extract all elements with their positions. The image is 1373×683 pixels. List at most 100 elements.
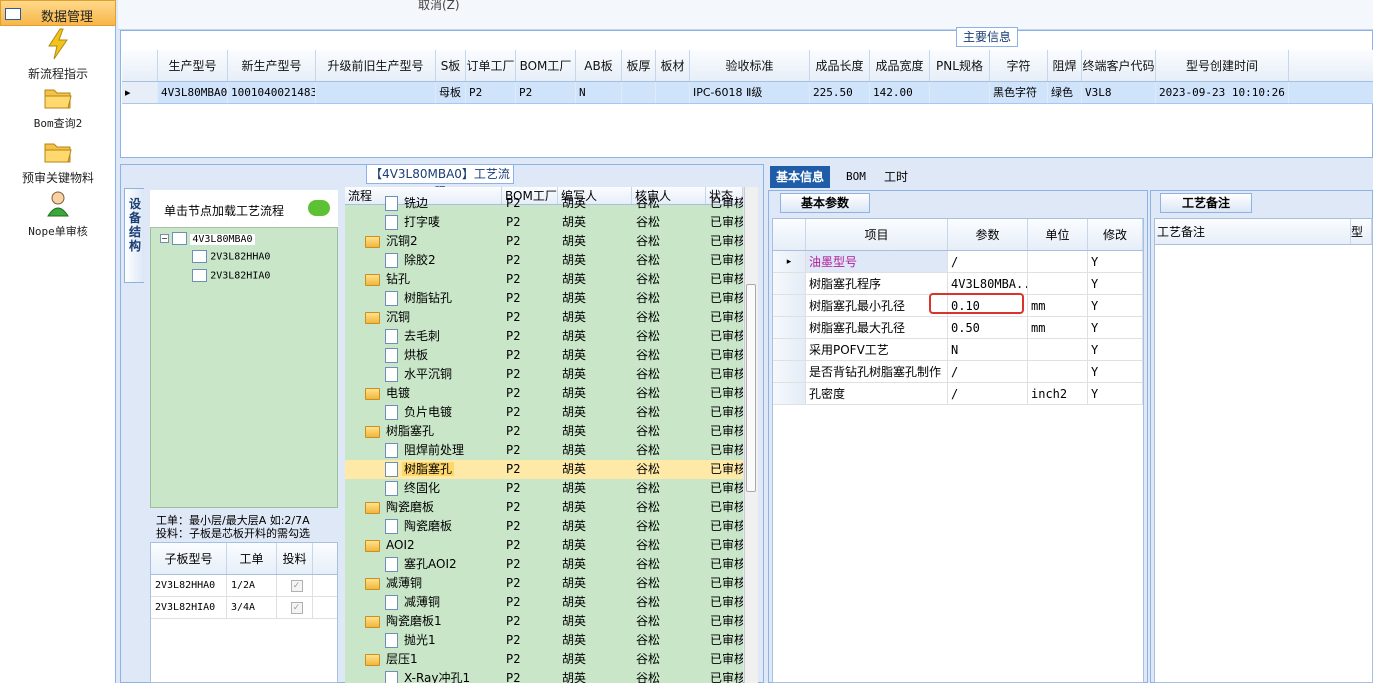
param-row[interactable]: 树脂塞孔程序4V3L80MBA... Y [773, 273, 1143, 295]
table-row[interactable]: 2V3L82HHA0 1/2A ✓ [151, 575, 337, 597]
param-value[interactable]: 0.50 [948, 317, 1028, 338]
tab-main-info[interactable]: 主要信息 [956, 27, 1018, 47]
column-header[interactable]: 参数 [948, 219, 1028, 250]
flow-row[interactable]: 负片电镀 P2 胡英 谷松 已审核 [345, 403, 743, 422]
checkbox[interactable]: ✓ [290, 580, 303, 592]
flow-row[interactable]: X-Ray冲孔1 P2 胡英 谷松 已审核 [345, 669, 743, 683]
nav-item-bom-query[interactable]: Bom查询2 [0, 86, 116, 131]
tab-work-hours[interactable]: 工时 [878, 166, 914, 188]
table-row[interactable]: ▸ 4V3L80MBA0 10010400214835 母板 P2 P2 N IPC-6018… [122, 82, 1373, 104]
flow-row[interactable]: 电镀 P2 胡英 谷松 已审核 [345, 384, 743, 403]
flow-row[interactable]: 终固化 P2 胡英 谷松 已审核 [345, 479, 743, 498]
flow-row[interactable]: 层压1 P2 胡英 谷松 已审核 [345, 650, 743, 669]
tree-node-child[interactable]: 2V3L82HHA0 [192, 250, 270, 263]
param-row[interactable]: 孔密度 / inch2 Y [773, 383, 1143, 405]
flow-row[interactable]: 打字唛 P2 胡英 谷松 已审核 [345, 213, 743, 232]
column-header[interactable]: BOM工厂 [516, 50, 576, 81]
param-modify[interactable]: Y [1088, 251, 1143, 272]
flow-row[interactable]: 陶瓷磨板1 P2 胡英 谷松 已审核 [345, 612, 743, 631]
tab-process-flow[interactable]: 【4V3L80MBA0】工艺流程 [366, 164, 514, 199]
cancel-button[interactable]: 取消(Z) [418, 0, 460, 13]
flow-row[interactable]: 除胶2 P2 胡英 谷松 已审核 [345, 251, 743, 270]
flow-row[interactable]: AOI2 P2 胡英 谷松 已审核 [345, 536, 743, 555]
param-value[interactable]: / [948, 361, 1028, 382]
cell: 已审核 [710, 234, 743, 248]
column-header[interactable]: 订单工厂 [466, 50, 516, 81]
column-header[interactable]: 升级前旧生产型号 [316, 50, 436, 81]
tree-node-child[interactable]: 2V3L82HIA0 [192, 269, 270, 282]
flow-row[interactable]: 阻焊前处理 P2 胡英 谷松 已审核 [345, 441, 743, 460]
tab-basic-info[interactable]: 基本信息 [770, 166, 831, 188]
row-indicator-icon [773, 317, 806, 338]
tab-device-structure[interactable]: 设备结构 [124, 188, 144, 283]
param-value[interactable]: / [948, 251, 1028, 272]
column-header[interactable]: 子板型号 [151, 543, 227, 574]
param-modify[interactable]: Y [1088, 361, 1143, 382]
flow-row[interactable]: 去毛刺 P2 胡英 谷松 已审核 [345, 327, 743, 346]
tab-bom[interactable]: BOM [840, 166, 872, 188]
param-row[interactable]: 是否背钻孔树脂塞孔制作 / Y [773, 361, 1143, 383]
param-row[interactable]: 树脂塞孔最大孔径 0.50 mm Y [773, 317, 1143, 339]
tab-basic-params[interactable]: 基本参数 [780, 193, 870, 213]
nav-item-new-flow[interactable]: 新流程指示 [0, 28, 116, 82]
checkbox[interactable]: ✓ [290, 602, 303, 614]
column-header[interactable]: 生产型号 [158, 50, 228, 81]
column-header[interactable]: 型号 [1351, 219, 1372, 244]
param-row[interactable]: 采用POFV工艺 N Y [773, 339, 1143, 361]
column-header[interactable]: 项目 [806, 219, 948, 250]
flow-row[interactable]: 减薄铜 P2 胡英 谷松 已审核 [345, 574, 743, 593]
param-modify[interactable]: Y [1088, 273, 1143, 294]
flow-row[interactable]: 钻孔 P2 胡英 谷松 已审核 [345, 270, 743, 289]
column-header[interactable]: S板 [436, 50, 466, 81]
tree-node-root[interactable]: − 4V3L80MBA0 [160, 232, 255, 245]
column-header[interactable]: 终端客户代码 [1082, 50, 1156, 81]
flow-row[interactable]: 减薄铜 P2 胡英 谷松 已审核 [345, 593, 743, 612]
column-header[interactable]: PNL规格 [930, 50, 990, 81]
param-value[interactable]: N [948, 339, 1028, 360]
flow-row[interactable]: 陶瓷磨板 P2 胡英 谷松 已审核 [345, 498, 743, 517]
tab-process-notes[interactable]: 工艺备注 [1160, 193, 1252, 213]
flow-row[interactable]: 树脂塞孔 P2 胡英 谷松 已审核 [345, 460, 743, 479]
param-value[interactable]: 4V3L80MBA... [948, 273, 1028, 294]
document-icon [385, 633, 398, 648]
column-header[interactable]: 工单 [227, 543, 277, 574]
param-modify[interactable]: Y [1088, 295, 1143, 316]
cell: 2V3L82HIA0 [151, 597, 227, 618]
flow-row[interactable]: 沉铜 P2 胡英 谷松 已审核 [345, 308, 743, 327]
flow-row[interactable]: 树脂塞孔 P2 胡英 谷松 已审核 [345, 422, 743, 441]
column-header[interactable]: 板材 [656, 50, 690, 81]
column-header[interactable]: 板厚 [622, 50, 656, 81]
column-header[interactable]: 投料 [277, 543, 313, 574]
nav-item-prereview-material[interactable]: 预审关键物料 [0, 140, 116, 186]
param-modify[interactable]: Y [1088, 317, 1143, 338]
flow-row[interactable]: 烘板 P2 胡英 谷松 已审核 [345, 346, 743, 365]
param-value[interactable]: / [948, 383, 1028, 404]
flow-row[interactable]: 抛光1 P2 胡英 谷松 已审核 [345, 631, 743, 650]
column-header[interactable]: AB板 [576, 50, 622, 81]
column-header[interactable]: 字符 [990, 50, 1048, 81]
flow-row[interactable]: 水平沉铜 P2 胡英 谷松 已审核 [345, 365, 743, 384]
param-row[interactable]: ▸ 油墨型号 / Y [773, 251, 1143, 273]
flow-row[interactable]: 铣边 P2 胡英 谷松 已审核 [345, 194, 743, 213]
collapse-icon[interactable]: − [160, 234, 169, 243]
column-header[interactable]: 成品长度 [810, 50, 870, 81]
flow-row[interactable]: 陶瓷磨板 P2 胡英 谷松 已审核 [345, 517, 743, 536]
nav-item-nope-review[interactable]: Nope单审核 [0, 190, 116, 239]
param-modify[interactable]: Y [1088, 383, 1143, 404]
flow-row[interactable]: 沉铜2 P2 胡英 谷松 已审核 [345, 232, 743, 251]
column-header[interactable]: 新生产型号 [228, 50, 316, 81]
scrollbar-thumb[interactable] [746, 284, 756, 492]
column-header[interactable]: 工艺备注 [1155, 219, 1351, 244]
table-row[interactable]: 2V3L82HIA0 3/4A ✓ [151, 597, 337, 619]
column-header[interactable]: 单位 [1028, 219, 1088, 250]
tree-hint-bar: 单击节点加载工艺流程 [150, 190, 338, 228]
flow-row[interactable]: 树脂钻孔 P2 胡英 谷松 已审核 [345, 289, 743, 308]
column-header[interactable]: 成品宽度 [870, 50, 930, 81]
column-header[interactable]: 型号创建时间 [1156, 50, 1289, 81]
column-header[interactable]: 修改 [1088, 219, 1143, 250]
flow-row[interactable]: 塞孔AOI2 P2 胡英 谷松 已审核 [345, 555, 743, 574]
param-modify[interactable]: Y [1088, 339, 1143, 360]
column-header[interactable]: 阻焊 [1048, 50, 1082, 81]
nav-title-bar[interactable]: 数据管理 [0, 0, 116, 26]
column-header[interactable]: 验收标准 [690, 50, 810, 81]
